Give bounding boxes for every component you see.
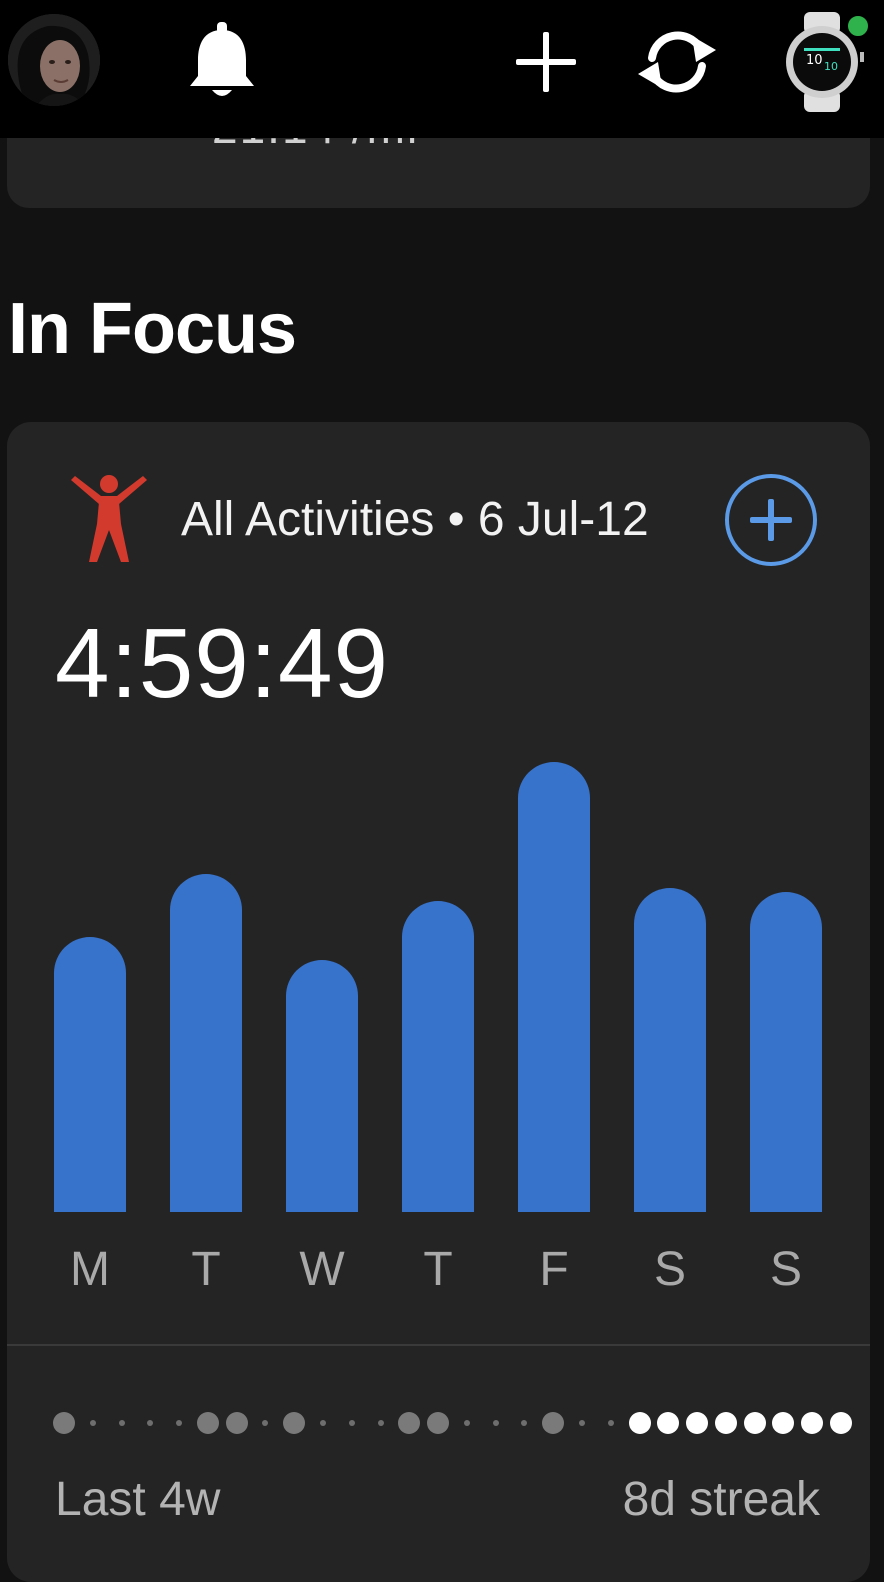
streak-dot [398, 1412, 421, 1434]
streak-dot [542, 1412, 565, 1434]
day-label: S [769, 1243, 802, 1296]
day-label: S [653, 1243, 686, 1296]
bar-0[interactable] [54, 937, 126, 1212]
streak-dot [176, 1420, 183, 1426]
streak-dot [657, 1412, 680, 1434]
streak-dot [714, 1412, 737, 1434]
streak-dot [118, 1420, 125, 1426]
day-label: T [191, 1243, 221, 1296]
total-duration: 4:59:49 [55, 608, 389, 718]
streak-dot [196, 1412, 219, 1434]
bell-icon[interactable] [186, 20, 258, 102]
streak-dot [427, 1412, 450, 1434]
svg-text:10: 10 [824, 60, 838, 73]
avatar[interactable] [8, 14, 100, 106]
streak-dot [492, 1420, 499, 1426]
day-label: F [539, 1243, 569, 1296]
bar-3[interactable] [402, 901, 474, 1212]
streak-dot [521, 1420, 528, 1426]
streak-dot [686, 1412, 709, 1434]
streak-dot [53, 1412, 75, 1434]
streak-dot [348, 1420, 355, 1426]
person-activity-icon [69, 474, 149, 564]
bar-4[interactable] [518, 762, 590, 1212]
bar-2[interactable] [286, 960, 358, 1212]
streak-dot [579, 1420, 585, 1426]
plus-icon[interactable] [514, 30, 578, 94]
streak-dot [147, 1420, 154, 1426]
profile-photo-icon [8, 14, 100, 106]
streak-dot [320, 1420, 326, 1426]
sync-icon[interactable] [634, 26, 720, 98]
streak-dot [628, 1412, 651, 1434]
streak-dots [53, 1408, 852, 1438]
streak-dot [607, 1420, 614, 1426]
streak-dot [262, 1420, 269, 1426]
streak-dot [225, 1412, 248, 1434]
streak-dot [743, 1412, 766, 1434]
svg-text:10: 10 [806, 53, 823, 68]
streak-dot [463, 1420, 470, 1426]
day-label: T [423, 1243, 453, 1296]
streak-dot [89, 1420, 96, 1426]
bar-5[interactable] [634, 888, 706, 1212]
streak-label: 8d streak [622, 1473, 820, 1526]
device-status-dot [846, 14, 870, 38]
streak-dot [772, 1412, 795, 1434]
bar-6[interactable] [750, 892, 822, 1212]
bar-1[interactable] [170, 874, 242, 1212]
day-label: M [70, 1243, 110, 1296]
streak-dot [283, 1412, 306, 1434]
streak-dot [830, 1412, 852, 1434]
in-focus-card[interactable]: All Activities • 6 Jul-12 4:59:49 Last 4… [7, 422, 870, 1582]
page-title: In Focus [8, 289, 297, 369]
day-label: W [299, 1243, 345, 1296]
top-bar: 10 10 [0, 0, 884, 138]
streak-dot [377, 1420, 384, 1426]
streak-dot [801, 1412, 824, 1434]
divider [7, 1344, 870, 1346]
activity-range-label: All Activities • 6 Jul-12 [181, 493, 649, 546]
add-button[interactable] [725, 474, 817, 566]
period-label: Last 4w [55, 1473, 221, 1526]
